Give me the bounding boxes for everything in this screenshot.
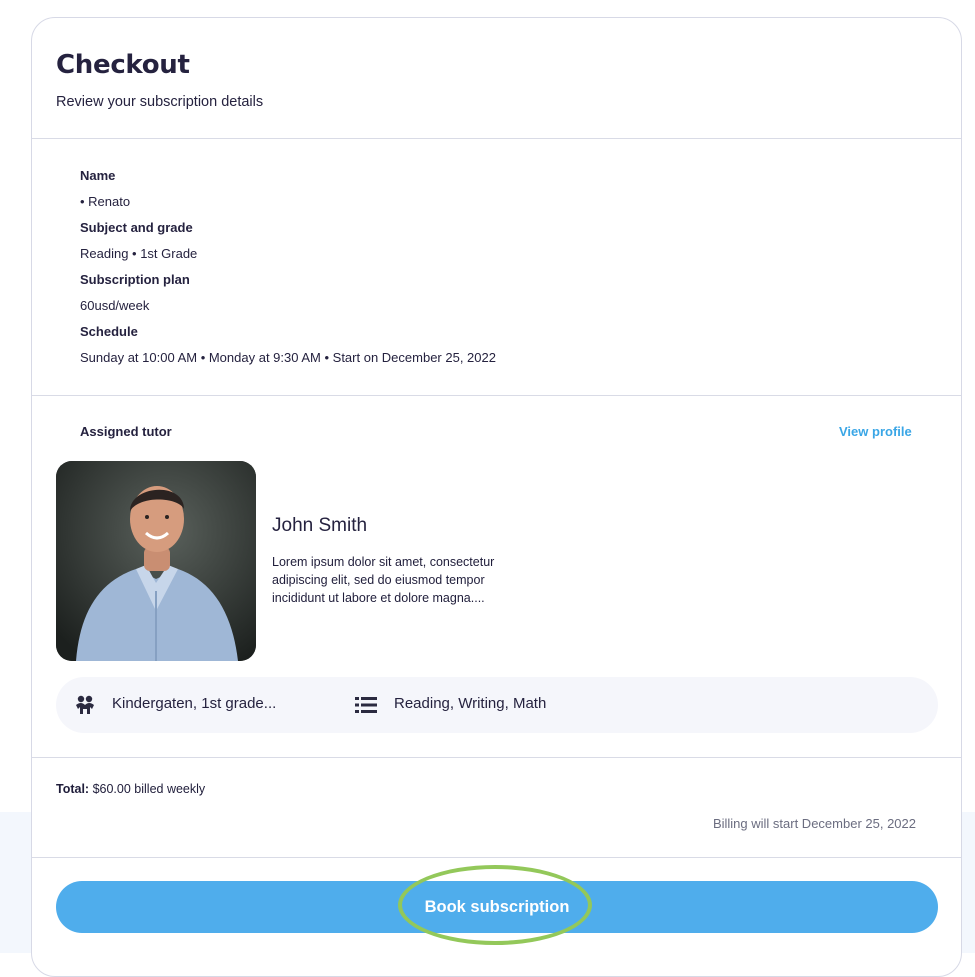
tutor-name: John Smith	[272, 515, 368, 536]
tutor-portrait-image	[56, 461, 256, 661]
total-summary: Total: $60.00 billed weekly	[56, 782, 205, 796]
schedule-value: Sunday at 10:00 AM • Monday at 9:30 AM •…	[80, 350, 496, 365]
tutor-bio: Lorem ipsum dolor sit amet, consectetur …	[272, 555, 495, 605]
divider	[32, 857, 961, 858]
checkout-header: Checkout Review your subscription detail…	[32, 18, 961, 138]
name-value: • Renato	[80, 194, 131, 209]
subject-value: Reading • 1st Grade	[80, 246, 198, 261]
subjects-tag: Reading, Writing, Math	[394, 695, 547, 712]
divider	[32, 395, 961, 396]
page-subtitle: Review your subscription details	[56, 94, 264, 110]
divider	[32, 138, 961, 139]
grades-tag: Kindergaten, 1st grade...	[112, 695, 277, 712]
name-label: Name	[80, 168, 116, 183]
total-value: $60.00 billed weekly	[92, 782, 206, 796]
view-profile-link[interactable]: View profile	[839, 424, 912, 439]
total-label: Total:	[56, 782, 90, 796]
children-icon	[74, 695, 96, 715]
book-subscription-button[interactable]: Book subscription	[56, 881, 938, 933]
billing-start-note: Billing will start December 25, 2022	[712, 816, 916, 831]
divider	[32, 757, 961, 758]
schedule-label: Schedule	[80, 324, 138, 339]
subject-label: Subject and grade	[80, 220, 193, 235]
plan-label: Subscription plan	[80, 272, 190, 287]
page-title: Checkout	[56, 50, 190, 80]
list-icon	[355, 695, 377, 715]
checkout-card: Checkout Review your subscription detail…	[31, 17, 962, 977]
tutor-photo	[56, 461, 256, 661]
plan-value: 60usd/week	[80, 298, 150, 313]
assigned-tutor-label: Assigned tutor	[80, 424, 172, 439]
tutor-tags: Kindergaten, 1st grade... Reading, Writi…	[56, 677, 938, 733]
